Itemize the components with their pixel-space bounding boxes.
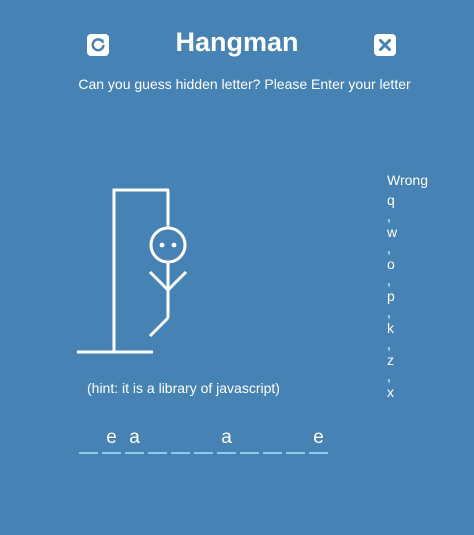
word-slot [286, 426, 305, 454]
word-slot [263, 426, 282, 454]
wrong-title: Wrong [387, 172, 428, 188]
wrong-letter: k [387, 320, 394, 336]
word-slot [194, 426, 213, 454]
wrong-letter: w [387, 224, 398, 240]
wrong-letter: x [387, 384, 394, 400]
wrong-letter-separator: , [387, 240, 391, 256]
word-slot [148, 426, 167, 454]
hint-text: (hint: it is a library of javascript) [87, 380, 280, 396]
word-slots: eaae [79, 426, 328, 454]
wrong-letter: q [387, 192, 395, 208]
hangman-right-eye [171, 242, 177, 248]
word-slot: a [125, 426, 144, 454]
wrong-letter-separator: , [387, 208, 391, 224]
wrong-letter-separator: , [387, 272, 391, 288]
hangman-head [149, 226, 187, 264]
wrong-letter: z [387, 352, 394, 368]
wrong-letters-panel: Wrong q,w,o,p,k,z,x [387, 172, 428, 400]
word-slot: a [217, 426, 236, 454]
hangman-left-arm [148, 270, 170, 292]
hangman-right-arm [166, 270, 188, 292]
wrong-letter: p [387, 288, 395, 304]
word-slot: e [309, 426, 328, 454]
word-slot [171, 426, 190, 454]
word-slot [240, 426, 259, 454]
hangman-left-leg [148, 316, 170, 338]
hangman-left-eye [159, 242, 165, 248]
wrong-letter-separator: , [387, 368, 391, 384]
wrong-letter-separator: , [387, 336, 391, 352]
wrong-letters-list: q,w,o,p,k,z,x [387, 192, 428, 400]
word-slot: e [102, 426, 121, 454]
wrong-letter: o [387, 256, 395, 272]
word-slot [79, 426, 98, 454]
wrong-letter-separator: , [387, 304, 391, 320]
